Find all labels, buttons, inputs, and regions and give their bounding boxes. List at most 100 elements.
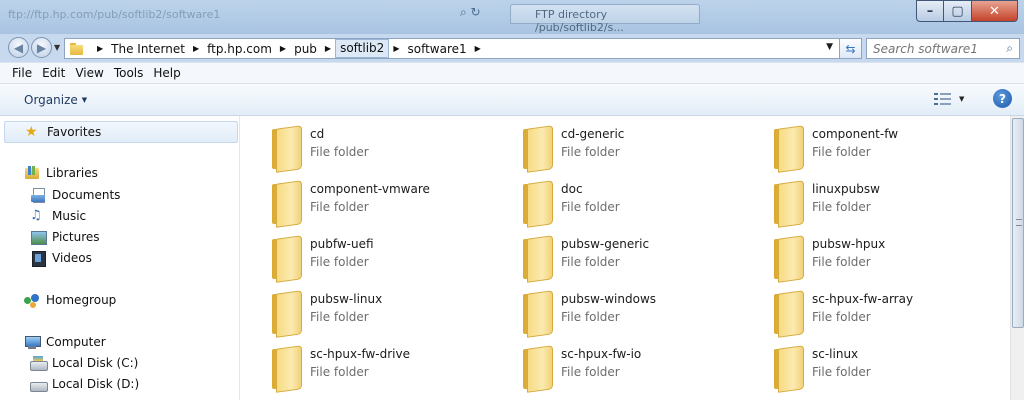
- command-bar: Organize ▼ ▼ ?: [0, 84, 1024, 116]
- minimize-button[interactable]: –: [916, 0, 944, 22]
- address-row: ◀ ▶ ▼ ▶ The Internet ▶ ftp.hp.com ▶ pub …: [0, 34, 1024, 62]
- breadcrumb-software1[interactable]: software1: [403, 42, 470, 56]
- menu-view[interactable]: View: [70, 66, 108, 80]
- chevron-right-icon[interactable]: ▶: [321, 44, 335, 53]
- folder-type: File folder: [561, 145, 620, 159]
- menu-edit[interactable]: Edit: [37, 66, 70, 80]
- nav-favorites[interactable]: ★ Favorites: [4, 121, 238, 143]
- folder-item[interactable]: cd-generic File folder: [513, 121, 753, 173]
- folder-item[interactable]: linuxpubsw File folder: [764, 176, 1004, 228]
- folder-type: File folder: [812, 365, 871, 379]
- nav-label: Documents: [52, 188, 121, 202]
- nav-label: Libraries: [46, 166, 98, 180]
- folder-item[interactable]: pubsw-generic File folder: [513, 231, 753, 283]
- libraries-icon: [24, 165, 40, 181]
- folder-item[interactable]: pubsw-windows File folder: [513, 286, 753, 338]
- chevron-right-icon[interactable]: ▶: [189, 44, 203, 53]
- chevron-right-icon[interactable]: ▶: [276, 44, 290, 53]
- folder-icon: [69, 42, 85, 56]
- folder-icon: [513, 233, 561, 283]
- breadcrumb-the-internet[interactable]: The Internet: [107, 42, 189, 56]
- folder-item[interactable]: cd File folder: [262, 121, 502, 173]
- folder-name: sc-linux: [812, 347, 859, 361]
- nav-local-disk-d[interactable]: Local Disk (D:): [30, 376, 139, 392]
- folder-item[interactable]: doc File folder: [513, 176, 753, 228]
- folder-item[interactable]: component-vmware File folder: [262, 176, 502, 228]
- close-button[interactable]: ✕: [972, 0, 1018, 22]
- nav-libraries[interactable]: Libraries: [24, 165, 98, 181]
- folder-item[interactable]: pubsw-linux File folder: [262, 286, 502, 338]
- nav-homegroup[interactable]: Homegroup: [24, 292, 116, 308]
- star-icon: ★: [25, 124, 38, 140]
- menu-help[interactable]: Help: [148, 66, 185, 80]
- address-bar[interactable]: ▶ The Internet ▶ ftp.hp.com ▶ pub ▶ soft…: [64, 38, 840, 59]
- breadcrumb-softlib2[interactable]: softlib2: [335, 39, 390, 58]
- navigation-pane: ★ Favorites Libraries Documents ♫ Music …: [0, 116, 240, 400]
- recent-pages-dropdown[interactable]: ▼: [54, 43, 60, 52]
- drive-icon: [30, 355, 48, 371]
- address-dropdown-icon[interactable]: ▼: [826, 42, 833, 52]
- breadcrumb-ftp-hp-com[interactable]: ftp.hp.com: [203, 42, 276, 56]
- folder-name: pubsw-linux: [310, 292, 383, 306]
- maximize-button[interactable]: ▢: [944, 0, 972, 22]
- folder-item[interactable]: component-fw File folder: [764, 121, 1004, 173]
- folder-item[interactable]: sc-linux File folder: [764, 341, 1004, 393]
- back-button[interactable]: ◀: [8, 37, 29, 58]
- folder-item[interactable]: sc-hpux-fw-io File folder: [513, 341, 753, 393]
- browser-tab[interactable]: FTP directory /pub/softlib2/s...: [510, 4, 700, 34]
- chevron-right-icon[interactable]: ▶: [93, 44, 107, 53]
- menu-tools[interactable]: Tools: [109, 66, 149, 80]
- menu-bar: File Edit View Tools Help: [0, 62, 1024, 84]
- nav-computer[interactable]: Computer: [24, 334, 106, 350]
- view-options-dropdown[interactable]: ▼: [959, 95, 964, 103]
- folder-type: File folder: [812, 145, 871, 159]
- nav-local-disk-c[interactable]: Local Disk (C:): [30, 355, 138, 371]
- folder-type: File folder: [561, 310, 620, 324]
- folder-item[interactable]: sc-hpux-fw-array File folder: [764, 286, 1004, 338]
- nav-videos[interactable]: Videos: [30, 250, 92, 267]
- folder-name: sc-hpux-fw-drive: [310, 347, 410, 361]
- vertical-scrollbar[interactable]: [1010, 116, 1024, 400]
- help-icon[interactable]: ?: [993, 89, 1012, 108]
- search-box[interactable]: ⌕: [866, 38, 1020, 59]
- search-input[interactable]: [867, 39, 997, 58]
- change-view-icon[interactable]: [934, 92, 952, 106]
- scrollbar-thumb[interactable]: [1012, 118, 1024, 328]
- refresh-button[interactable]: ⇆: [840, 38, 862, 59]
- organize-button[interactable]: Organize ▼: [18, 91, 93, 109]
- folder-icon: [764, 343, 812, 393]
- folder-icon: [262, 123, 310, 173]
- title-bar: ftp://ftp.hp.com/pub/softlib2/software1 …: [0, 0, 1024, 34]
- folder-type: File folder: [812, 200, 871, 214]
- folder-name: linuxpubsw: [812, 182, 880, 196]
- nav-label: Favorites: [47, 125, 102, 139]
- forward-button[interactable]: ▶: [31, 37, 52, 58]
- folder-type: File folder: [310, 365, 369, 379]
- folder-icon: [513, 123, 561, 173]
- chevron-right-icon[interactable]: ▶: [471, 44, 485, 53]
- folder-item[interactable]: pubsw-hpux File folder: [764, 231, 1004, 283]
- menu-file[interactable]: File: [7, 66, 37, 80]
- nav-documents[interactable]: Documents: [30, 187, 120, 203]
- folder-name: doc: [561, 182, 583, 196]
- nav-label: Music: [52, 209, 87, 223]
- folder-type: File folder: [310, 310, 369, 324]
- nav-music[interactable]: ♫ Music: [30, 208, 86, 224]
- folder-item[interactable]: pubfw-uefi File folder: [262, 231, 502, 283]
- folder-name: pubfw-uefi: [310, 237, 374, 251]
- back-arrow-icon: ◀: [13, 40, 24, 55]
- folder-icon: [513, 343, 561, 393]
- search-icon[interactable]: ⌕: [1006, 41, 1013, 56]
- forward-arrow-icon: ▶: [36, 40, 47, 55]
- folder-item[interactable]: sc-hpux-fw-drive File folder: [262, 341, 502, 393]
- folder-icon: [262, 233, 310, 283]
- nav-pictures[interactable]: Pictures: [30, 229, 100, 245]
- breadcrumb-pub[interactable]: pub: [290, 42, 321, 56]
- documents-icon: [30, 187, 46, 203]
- folder-name: pubsw-hpux: [812, 237, 886, 251]
- folder-icon: [764, 233, 812, 283]
- nav-label: Local Disk (D:): [52, 377, 140, 391]
- folder-type: File folder: [812, 255, 871, 269]
- folder-name: component-fw: [812, 127, 899, 141]
- chevron-right-icon[interactable]: ▶: [389, 44, 403, 53]
